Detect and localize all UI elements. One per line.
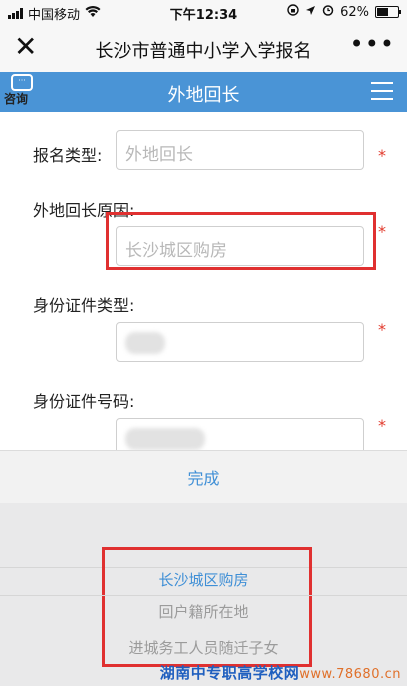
id-type-field[interactable] bbox=[116, 322, 364, 362]
title-bar: ✕ 长沙市普通中小学入学报名 ••• bbox=[0, 24, 407, 73]
blurred-value bbox=[125, 428, 205, 450]
battery-icon bbox=[375, 6, 401, 18]
page-title: 长沙市普通中小学入学报名 bbox=[95, 41, 312, 62]
return-reason-field[interactable]: 长沙城区购房 bbox=[116, 226, 364, 266]
done-button[interactable]: 完成 bbox=[0, 465, 407, 489]
picker-option[interactable]: 回户籍所在地 bbox=[0, 601, 407, 622]
battery-percent: 62% bbox=[340, 4, 369, 20]
watermark: 湖南中专职高学校网www.78680.cn bbox=[160, 662, 401, 683]
location-icon bbox=[305, 5, 316, 20]
registration-type-label: 报名类型: bbox=[33, 146, 103, 165]
required-mark: * bbox=[378, 320, 386, 339]
header-title: 外地回长 bbox=[167, 85, 240, 106]
lock-rotation-icon bbox=[287, 4, 299, 20]
watermark-text: 湖南中专职高学校网 bbox=[159, 664, 300, 682]
required-mark: * bbox=[378, 416, 386, 435]
watermark-url: www.78680.cn bbox=[299, 667, 401, 682]
id-number-label: 身份证件号码: bbox=[33, 392, 135, 411]
hamburger-menu-icon[interactable] bbox=[371, 82, 393, 106]
required-mark: * bbox=[378, 146, 386, 165]
picker-option[interactable]: 进城务工人员随迁子女 bbox=[0, 637, 407, 658]
app-header: ··· 咨询 外地回长 bbox=[0, 72, 407, 112]
required-mark: * bbox=[378, 222, 386, 241]
more-icon[interactable]: ••• bbox=[350, 30, 395, 58]
picker-toolbar: 完成 bbox=[0, 450, 407, 504]
registration-type-field[interactable]: 外地回长 bbox=[116, 130, 364, 170]
id-type-label: 身份证件类型: bbox=[33, 296, 135, 315]
blurred-value bbox=[125, 332, 165, 354]
alarm-icon bbox=[322, 4, 334, 20]
status-bar: 中国移动 下午12:34 62% bbox=[0, 0, 407, 24]
picker-wheel[interactable]: 长沙城区购房 回户籍所在地 进城务工人员随迁子女 湖南中专职高学校网www.78… bbox=[0, 503, 407, 686]
picker-divider bbox=[0, 595, 407, 596]
picker-option-selected[interactable]: 长沙城区购房 bbox=[0, 569, 407, 590]
registration-form: 报名类型: 外地回长 * 外地回长原因: 长沙城区购房 * 身份证件类型: * … bbox=[0, 112, 407, 458]
close-icon[interactable]: ✕ bbox=[14, 32, 37, 62]
